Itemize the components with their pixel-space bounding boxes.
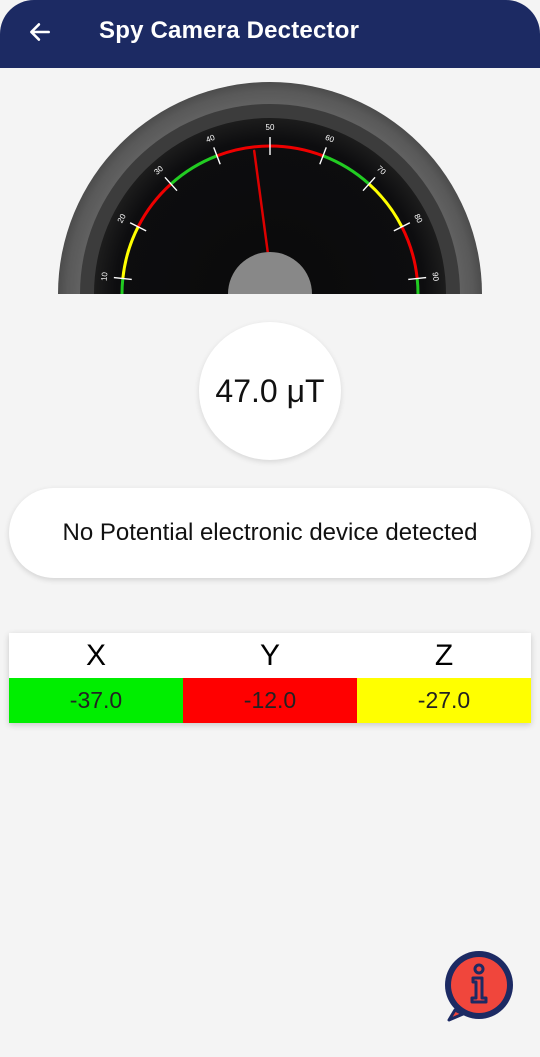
axis-header-z: Z [434,638,454,672]
axis-header-y: Y [259,638,280,672]
field-strength-reading: 47.0 μT [199,322,341,460]
detection-status-text: No Potential electronic device detected [62,519,478,546]
arrow-left-icon [30,23,50,41]
gauge-tick-label: 50 [266,123,275,132]
field-strength-value: 47.0 μT [215,372,325,409]
screen: Spy Camera Dectector 0102030405060708090… [0,0,540,1057]
info-icon [445,951,513,1022]
gauge-tick-label: 90 [431,272,441,282]
detection-status: No Potential electronic device detected [9,488,531,578]
info-button[interactable] [441,948,517,1024]
app-bar: Spy Camera Dectector [0,0,540,68]
back-button[interactable] [22,14,58,50]
page-title: Spy Camera Dectector [99,17,360,44]
gauge-tick-label: 10 [100,271,110,281]
axis-value-y: -12.0 [183,678,357,723]
axis-header-x: X [85,638,106,672]
axis-value-x: -37.0 [9,678,183,723]
axis-header-row: X Y Z [9,633,531,678]
axis-value-z: -27.0 [357,678,531,723]
magnetometer-gauge: 0102030405060708090100 [58,82,482,294]
axis-values-table: X Y Z -37.0 -12.0 -27.0 [9,633,531,723]
axis-value-row: -37.0 -12.0 -27.0 [9,678,531,723]
